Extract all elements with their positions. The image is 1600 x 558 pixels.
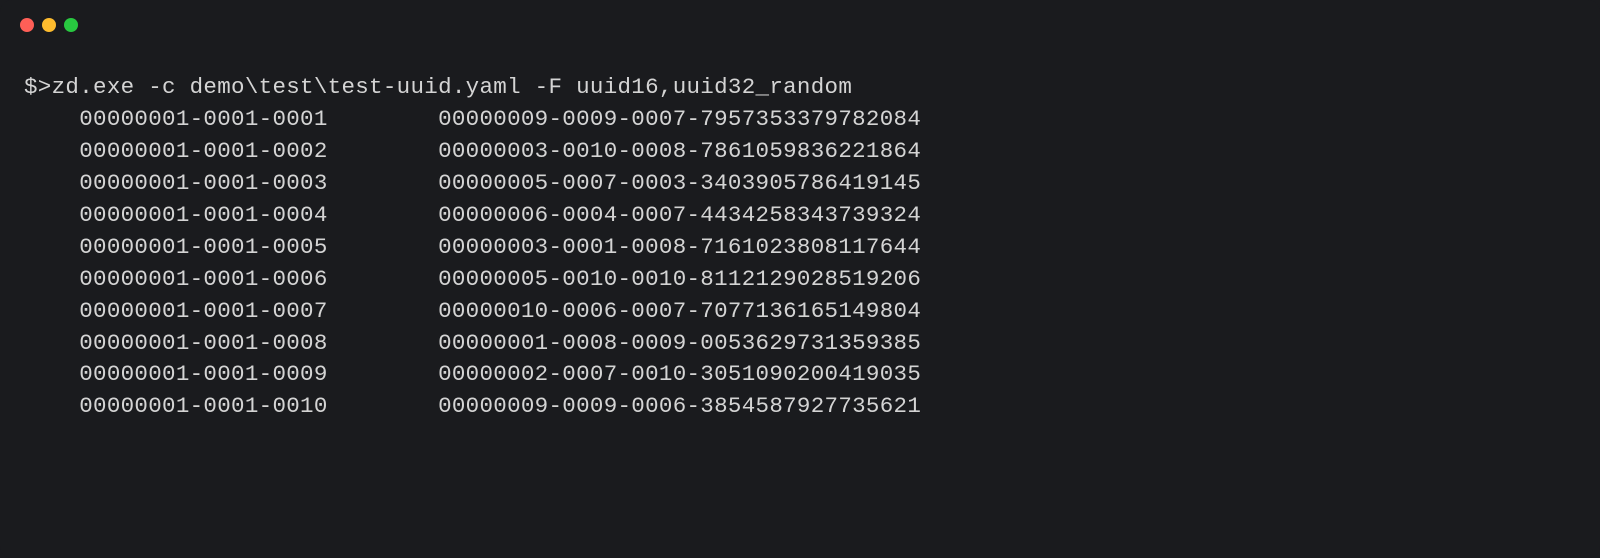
output-row: 00000001-0001-0009 00000002-0007-0010-30…	[24, 359, 1576, 391]
terminal-content[interactable]: $>zd.exe -c demo\test\test-uuid.yaml -F …	[0, 42, 1600, 443]
output-row: 00000001-0001-0007 00000010-0006-0007-70…	[24, 296, 1576, 328]
output-row: 00000001-0001-0005 00000003-0001-0008-71…	[24, 232, 1576, 264]
prompt: $>	[24, 74, 52, 100]
output-row: 00000001-0001-0010 00000009-0009-0006-38…	[24, 391, 1576, 423]
command-line: $>zd.exe -c demo\test\test-uuid.yaml -F …	[24, 72, 1576, 104]
output-row: 00000001-0001-0008 00000001-0008-0009-00…	[24, 328, 1576, 360]
output-row: 00000001-0001-0004 00000006-0004-0007-44…	[24, 200, 1576, 232]
maximize-button[interactable]	[64, 18, 78, 32]
output-row: 00000001-0001-0003 00000005-0007-0003-34…	[24, 168, 1576, 200]
close-button[interactable]	[20, 18, 34, 32]
titlebar	[0, 0, 1600, 42]
command-text: zd.exe -c demo\test\test-uuid.yaml -F uu…	[52, 74, 853, 100]
minimize-button[interactable]	[42, 18, 56, 32]
output-row: 00000001-0001-0002 00000003-0010-0008-78…	[24, 136, 1576, 168]
output-row: 00000001-0001-0001 00000009-0009-0007-79…	[24, 104, 1576, 136]
terminal-window: $>zd.exe -c demo\test\test-uuid.yaml -F …	[0, 0, 1600, 558]
output-row: 00000001-0001-0006 00000005-0010-0010-81…	[24, 264, 1576, 296]
output-block: 00000001-0001-0001 00000009-0009-0007-79…	[24, 104, 1576, 423]
